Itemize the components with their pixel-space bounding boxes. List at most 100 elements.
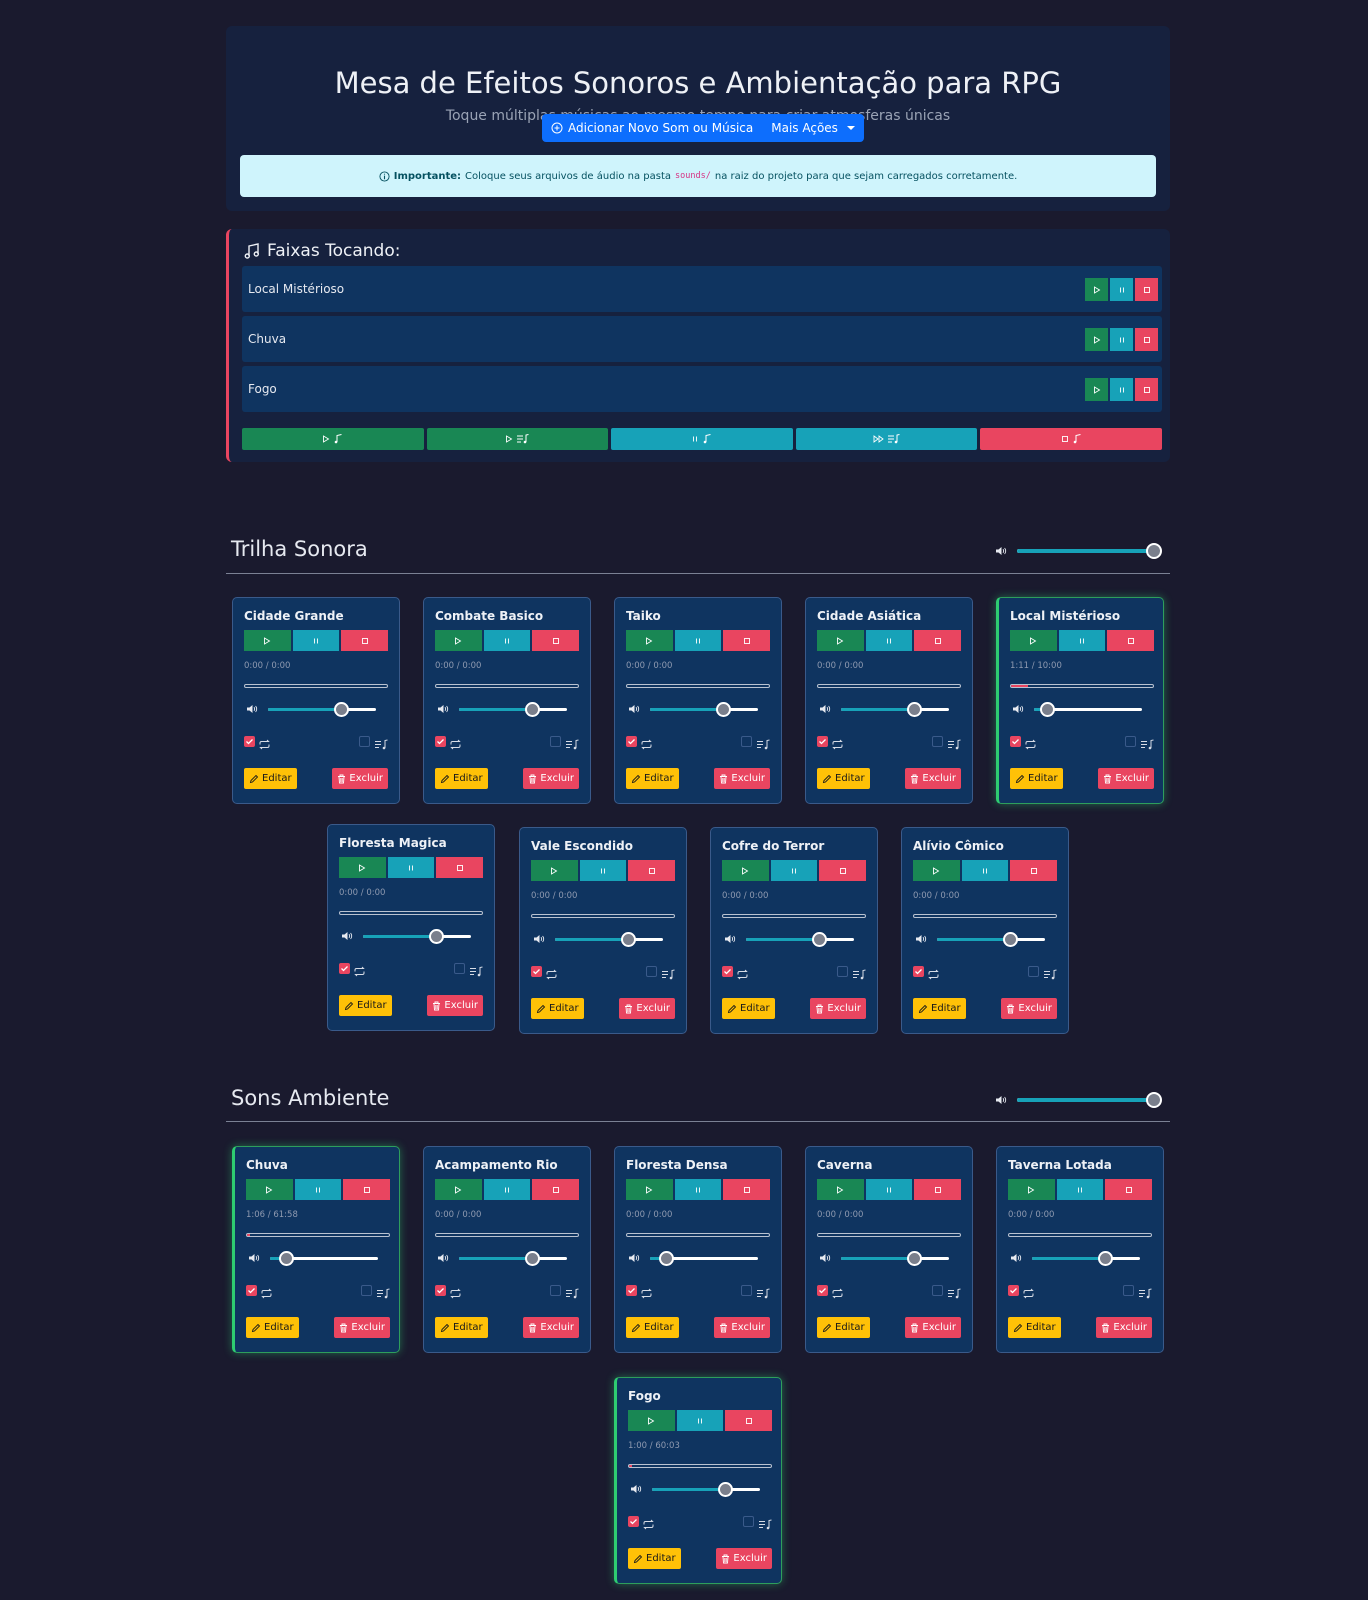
volume-knob[interactable]: [659, 1250, 675, 1266]
play-button[interactable]: [626, 1179, 673, 1200]
volume-knob[interactable]: [812, 931, 828, 947]
stop-button[interactable]: [343, 1179, 391, 1200]
loop-checkbox[interactable]: [722, 966, 733, 977]
add-sound-button[interactable]: Adicionar Novo Som ou Música: [542, 114, 763, 142]
play-button[interactable]: [626, 630, 673, 651]
loop-checkbox[interactable]: [1010, 736, 1021, 747]
queue-checkbox[interactable]: [1028, 966, 1039, 977]
progress-bar[interactable]: [435, 1233, 579, 1237]
queue-checkbox[interactable]: [932, 736, 943, 747]
more-actions-dropdown[interactable]: Mais Ações: [762, 114, 864, 142]
soundtrack-volume-slider[interactable]: [1017, 543, 1162, 559]
loop-checkbox[interactable]: [628, 1516, 639, 1527]
queue-checkbox[interactable]: [361, 1285, 372, 1296]
card-volume-slider[interactable]: [459, 1250, 567, 1266]
loop-checkbox[interactable]: [435, 736, 446, 747]
card-volume-slider[interactable]: [459, 701, 567, 717]
progress-bar[interactable]: [435, 684, 579, 688]
pause-all-button[interactable]: [611, 428, 793, 450]
progress-bar[interactable]: [339, 911, 483, 915]
volume-knob[interactable]: [525, 701, 541, 717]
stop-button[interactable]: [723, 1179, 771, 1200]
delete-button[interactable]: Excluir: [1096, 1317, 1152, 1338]
delete-button[interactable]: Excluir: [619, 998, 675, 1019]
queue-checkbox[interactable]: [932, 1285, 943, 1296]
stop-button[interactable]: [628, 860, 676, 881]
progress-bar[interactable]: [531, 914, 675, 918]
pause-button[interactable]: [1056, 1179, 1104, 1200]
stop-button[interactable]: [532, 630, 580, 651]
edit-button[interactable]: Editar: [339, 995, 392, 1016]
pause-button[interactable]: [865, 630, 913, 651]
progress-bar[interactable]: [628, 1464, 772, 1468]
delete-button[interactable]: Excluir: [1098, 768, 1154, 789]
queue-checkbox[interactable]: [837, 966, 848, 977]
stop-button[interactable]: [725, 1410, 773, 1431]
card-volume-slider[interactable]: [652, 1481, 760, 1497]
volume-knob[interactable]: [621, 931, 637, 947]
queue-checkbox[interactable]: [1125, 736, 1136, 747]
progress-bar[interactable]: [722, 914, 866, 918]
stop-button[interactable]: [1105, 1179, 1153, 1200]
loop-checkbox[interactable]: [246, 1285, 257, 1296]
play-button[interactable]: [435, 1179, 482, 1200]
volume-knob[interactable]: [1003, 931, 1019, 947]
edit-button[interactable]: Editar: [913, 998, 966, 1019]
queue-checkbox[interactable]: [359, 736, 370, 747]
queue-checkbox[interactable]: [743, 1516, 754, 1527]
play-all-button[interactable]: [242, 428, 424, 450]
pause-button[interactable]: [1058, 630, 1106, 651]
progress-bar[interactable]: [1010, 684, 1154, 688]
volume-knob[interactable]: [1146, 543, 1162, 559]
delete-button[interactable]: Excluir: [905, 1317, 961, 1338]
card-volume-slider[interactable]: [841, 1250, 949, 1266]
volume-knob[interactable]: [525, 1250, 541, 1266]
loop-checkbox[interactable]: [626, 1285, 637, 1296]
card-volume-slider[interactable]: [937, 931, 1045, 947]
edit-button[interactable]: Editar: [435, 1317, 488, 1338]
stop-button[interactable]: [1135, 278, 1158, 301]
loop-checkbox[interactable]: [244, 736, 255, 747]
stop-button[interactable]: [341, 630, 389, 651]
play-button[interactable]: [246, 1179, 293, 1200]
loop-checkbox[interactable]: [435, 1285, 446, 1296]
delete-button[interactable]: Excluir: [523, 768, 579, 789]
play-button[interactable]: [531, 860, 578, 881]
stop-button[interactable]: [1107, 630, 1155, 651]
pause-button[interactable]: [1110, 328, 1133, 351]
delete-button[interactable]: Excluir: [334, 1317, 390, 1338]
play-button[interactable]: [913, 860, 960, 881]
stop-button[interactable]: [819, 860, 867, 881]
volume-knob[interactable]: [429, 928, 445, 944]
stop-all-button[interactable]: [980, 428, 1162, 450]
play-button[interactable]: [817, 1179, 864, 1200]
delete-button[interactable]: Excluir: [905, 768, 961, 789]
play-button[interactable]: [1010, 630, 1057, 651]
progress-bar[interactable]: [913, 914, 1057, 918]
progress-bar[interactable]: [817, 1233, 961, 1237]
stop-button[interactable]: [1010, 860, 1058, 881]
delete-button[interactable]: Excluir: [714, 768, 770, 789]
loop-checkbox[interactable]: [339, 963, 350, 974]
edit-button[interactable]: Editar: [244, 768, 297, 789]
queue-checkbox[interactable]: [741, 736, 752, 747]
play-button[interactable]: [435, 630, 482, 651]
pause-button[interactable]: [676, 1410, 724, 1431]
loop-checkbox[interactable]: [1008, 1285, 1019, 1296]
play-button[interactable]: [628, 1410, 675, 1431]
progress-bar[interactable]: [246, 1233, 390, 1237]
volume-knob[interactable]: [1146, 1092, 1162, 1108]
pause-button[interactable]: [961, 860, 1009, 881]
queue-checkbox[interactable]: [550, 736, 561, 747]
stop-button[interactable]: [436, 857, 484, 878]
card-volume-slider[interactable]: [1032, 1250, 1140, 1266]
play-button[interactable]: [1085, 278, 1108, 301]
card-volume-slider[interactable]: [841, 701, 949, 717]
stop-button[interactable]: [1135, 378, 1158, 401]
loop-checkbox[interactable]: [817, 736, 828, 747]
volume-knob[interactable]: [279, 1250, 295, 1266]
edit-button[interactable]: Editar: [246, 1317, 299, 1338]
card-volume-slider[interactable]: [746, 931, 854, 947]
pause-button[interactable]: [674, 1179, 722, 1200]
edit-button[interactable]: Editar: [817, 768, 870, 789]
